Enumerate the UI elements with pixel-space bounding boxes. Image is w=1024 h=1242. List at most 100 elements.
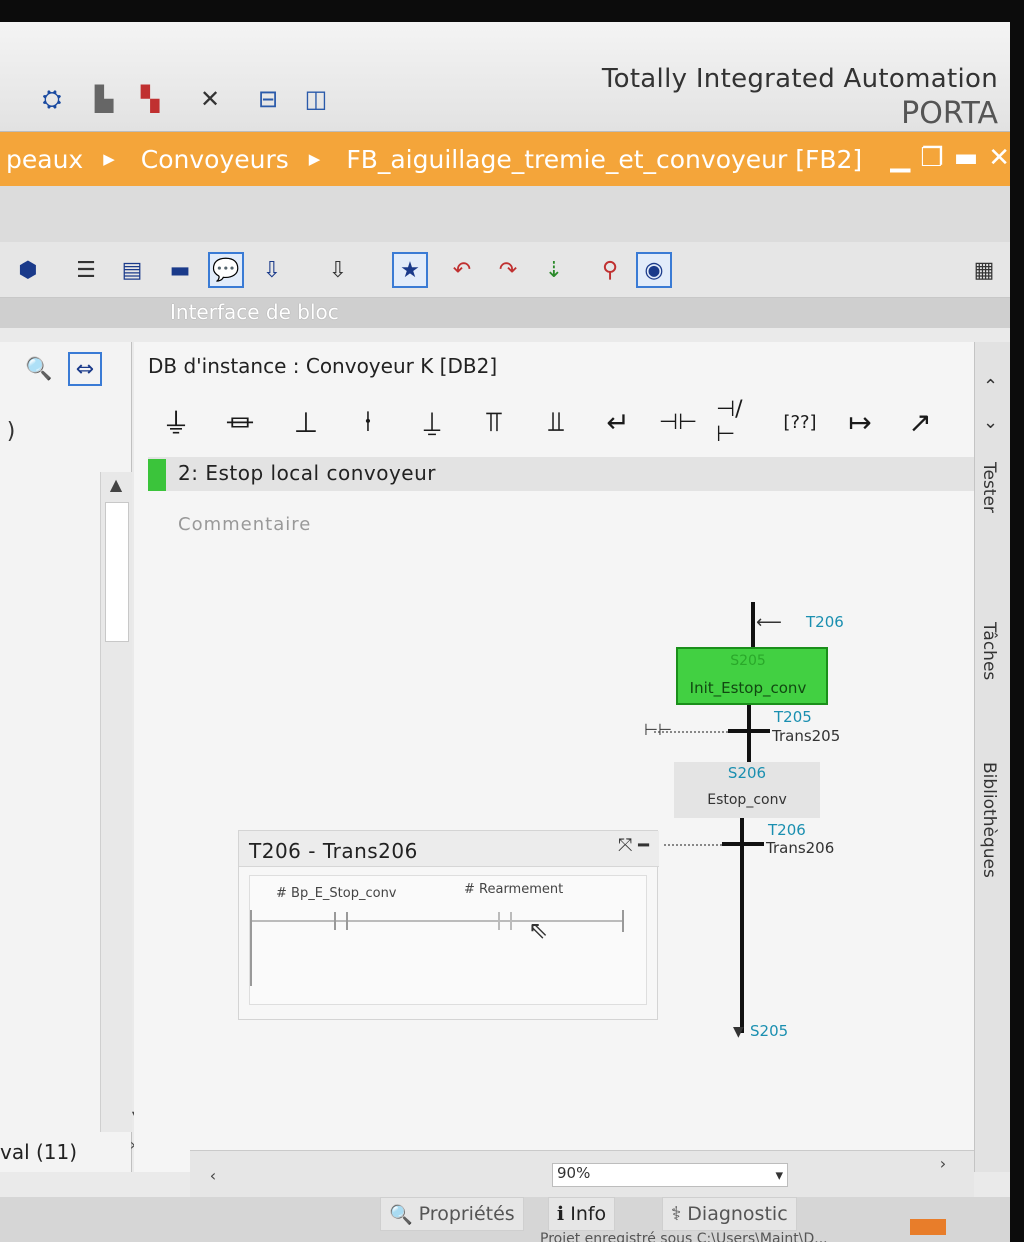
accessible-devices-icon[interactable]: ⛭ — [36, 82, 68, 116]
left-rail — [250, 910, 252, 986]
update-calls-icon[interactable]: ⇣ — [536, 252, 572, 288]
monitor-on-off-icon[interactable]: ◉ — [636, 252, 672, 288]
right-rail — [622, 910, 624, 932]
contact-label-2[interactable]: # Rearmement — [464, 882, 563, 897]
editor-bottom-bar: ‹ 90% ▾ › — [190, 1150, 974, 1200]
window-layout-icon[interactable]: ▦ — [966, 252, 1002, 288]
open-branch-icon[interactable]: ↦ — [838, 402, 882, 442]
status-bar: 🔍 Propriétés ℹ Info ⚕ Diagnostic Projet … — [0, 1197, 1010, 1242]
sequence-view-icon[interactable]: ▤ — [114, 252, 150, 288]
breadcrumb-item-fb[interactable]: FB_aiguillage_tremie_et_convoyeur [FB2] — [346, 145, 862, 174]
tia-portal-window: ⛭ ▙ ▚ ✕ ⊟ ◫ Totally Integrated Automatio… — [0, 22, 1010, 1242]
scroll-right-icon[interactable]: › — [930, 1151, 956, 1175]
empty-box-icon[interactable]: [??] — [778, 402, 822, 442]
step-icon[interactable]: ⏛ — [218, 402, 262, 442]
network-header[interactable]: 2: Estop local convoyeur — [148, 457, 974, 491]
network-title: 2: Estop local convoyeur — [178, 461, 436, 485]
scroll-left-icon[interactable]: ‹ — [200, 1163, 226, 1187]
graph-element-toolbar: ⏚ ⏛ ⊥ ⍿ ⍊ ⫪ ⫫ ↵ ⊣⊢ ⊣/⊢ [??] ↦ ↗ — [134, 396, 974, 448]
left-scrollbar[interactable]: ▲ ▼ — [100, 472, 144, 1132]
favorites-icon[interactable]: ★ — [392, 252, 428, 288]
popup-title: T206 - Trans206 — [249, 839, 418, 863]
zoom-select[interactable]: 90% ▾ — [552, 1163, 788, 1187]
contact-1-icon-right — [346, 912, 348, 930]
fit-width-icon[interactable]: ⇔ — [68, 352, 102, 386]
contact-2-icon[interactable] — [498, 912, 500, 930]
close-branch-arrow-icon[interactable]: ↗ — [898, 402, 942, 442]
list-view-icon[interactable]: ☰ — [68, 252, 104, 288]
normally-open-contact-icon[interactable]: ⊣⊢ — [656, 402, 700, 442]
tab-diagnostic-label: Diagnostic — [687, 1203, 788, 1225]
chevron-down-icon[interactable]: ⌄ — [983, 412, 998, 433]
toolbar-spacer — [0, 186, 1010, 242]
maximize-icon[interactable]: ▬ — [954, 143, 979, 173]
close-icon[interactable]: ✕ — [988, 143, 1010, 173]
scroll-thumb[interactable] — [105, 502, 129, 642]
step-s205[interactable]: S205 Init_Estop_conv — [676, 647, 828, 705]
minimize-icon[interactable]: ▁ — [890, 143, 910, 173]
brand-title: Totally Integrated Automation PORTA — [602, 64, 998, 131]
tab-tester[interactable]: Tester — [979, 462, 999, 513]
breadcrumb-item-convoyeurs[interactable]: Convoyeurs — [141, 145, 289, 174]
tab-bibliotheques[interactable]: Bibliothèques — [979, 762, 999, 878]
jump-down-arrow-icon: ▼ — [733, 1024, 744, 1040]
insert-network-icon[interactable]: ⬢ — [10, 252, 46, 288]
pin-icon[interactable]: ⤧ — [618, 835, 632, 856]
single-step-view-icon[interactable]: ▬ — [162, 252, 198, 288]
split-horizontal-icon[interactable]: ⊟ — [252, 82, 284, 116]
alt-branch-icon[interactable]: ⍊ — [410, 402, 454, 442]
close-view-icon[interactable]: ✕ — [194, 82, 226, 116]
close-all-icon[interactable]: ⇩ — [320, 252, 356, 288]
breadcrumb-item-peaux[interactable]: peaux — [6, 145, 83, 174]
go-offline-icon[interactable]: ▚ — [134, 82, 166, 116]
split-vertical-icon[interactable]: ◫ — [300, 82, 332, 116]
zoom-out-icon[interactable]: 🔍 — [22, 352, 56, 386]
breadcrumb: peaux ▶ Convoyeurs ▶ FB_aiguillage_tremi… — [0, 132, 1010, 186]
contact-2-icon-right — [510, 912, 512, 930]
step-s206[interactable]: S206 Estop_conv — [674, 762, 820, 818]
tab-taches[interactable]: Tâches — [979, 622, 999, 680]
restore-icon[interactable]: ❐ — [920, 143, 943, 173]
open-all-icon[interactable]: ⇩ — [254, 252, 290, 288]
tab-info-label: Info — [570, 1203, 607, 1225]
next-error-icon[interactable]: ↷ — [490, 252, 526, 288]
go-online-icon[interactable]: ▙ — [88, 82, 120, 116]
left-panel: 🔍 ⇔ ) ▲ ▼ › — [0, 342, 144, 1172]
branch-icon[interactable]: ⍿ — [346, 402, 390, 442]
comment-icon[interactable]: 💬 — [208, 252, 244, 288]
monitoring-icon[interactable]: ⚲ — [592, 252, 628, 288]
transition-t206-id: T206 — [768, 821, 806, 839]
transition-t206-name: Trans206 — [766, 839, 835, 857]
transition-t206-bar[interactable] — [722, 842, 764, 846]
brand-line-1: Totally Integrated Automation — [601, 64, 998, 94]
popup-header[interactable]: T206 - Trans206 ⤧ ━ — [239, 831, 659, 867]
minimize-popup-icon[interactable]: ━ — [638, 835, 649, 856]
transition-t205-bar[interactable] — [728, 729, 770, 733]
tab-properties[interactable]: 🔍 Propriétés — [380, 1197, 524, 1231]
close-branch-icon[interactable]: ⫫ — [534, 402, 578, 442]
sequence-line-2 — [747, 705, 751, 762]
block-interface-bar[interactable]: Interface de bloc — [0, 298, 1010, 328]
step-s205-id: S205 — [730, 653, 766, 669]
simultaneous-branch-icon[interactable]: ⫪ — [472, 402, 516, 442]
jump-arrow-icon: ⟵ — [756, 612, 782, 633]
top-transition-label[interactable]: T206 — [806, 613, 844, 631]
tab-info[interactable]: ℹ Info — [548, 1197, 616, 1231]
diagnostic-icon: ⚕ — [671, 1203, 682, 1225]
chevron-up-icon[interactable]: ⌃ — [983, 376, 998, 397]
step-transition-icon[interactable]: ⏚ — [154, 402, 198, 442]
step-s206-id: S206 — [727, 764, 767, 782]
normally-closed-contact-icon[interactable]: ⊣/⊢ — [716, 397, 760, 447]
jump-icon[interactable]: ↵ — [596, 402, 640, 442]
previous-error-icon[interactable]: ↶ — [444, 252, 480, 288]
jump-target-label[interactable]: S205 — [750, 1022, 788, 1040]
transition-icon[interactable]: ⊥ — [284, 402, 328, 442]
ladder-network: # Bp_E_Stop_conv # Rearmement ⇖ — [249, 875, 647, 1005]
tab-diagnostic[interactable]: ⚕ Diagnostic — [662, 1197, 797, 1231]
instance-db-label: DB d'instance : Convoyeur K [DB2] — [148, 354, 498, 378]
transition-t205-name: Trans205 — [772, 727, 841, 745]
scroll-up-icon[interactable]: ▲ — [103, 472, 129, 496]
contact-1-icon[interactable] — [334, 912, 336, 930]
contact-label-1[interactable]: # Bp_E_Stop_conv — [276, 886, 397, 901]
network-comment[interactable]: Commentaire — [178, 514, 311, 535]
